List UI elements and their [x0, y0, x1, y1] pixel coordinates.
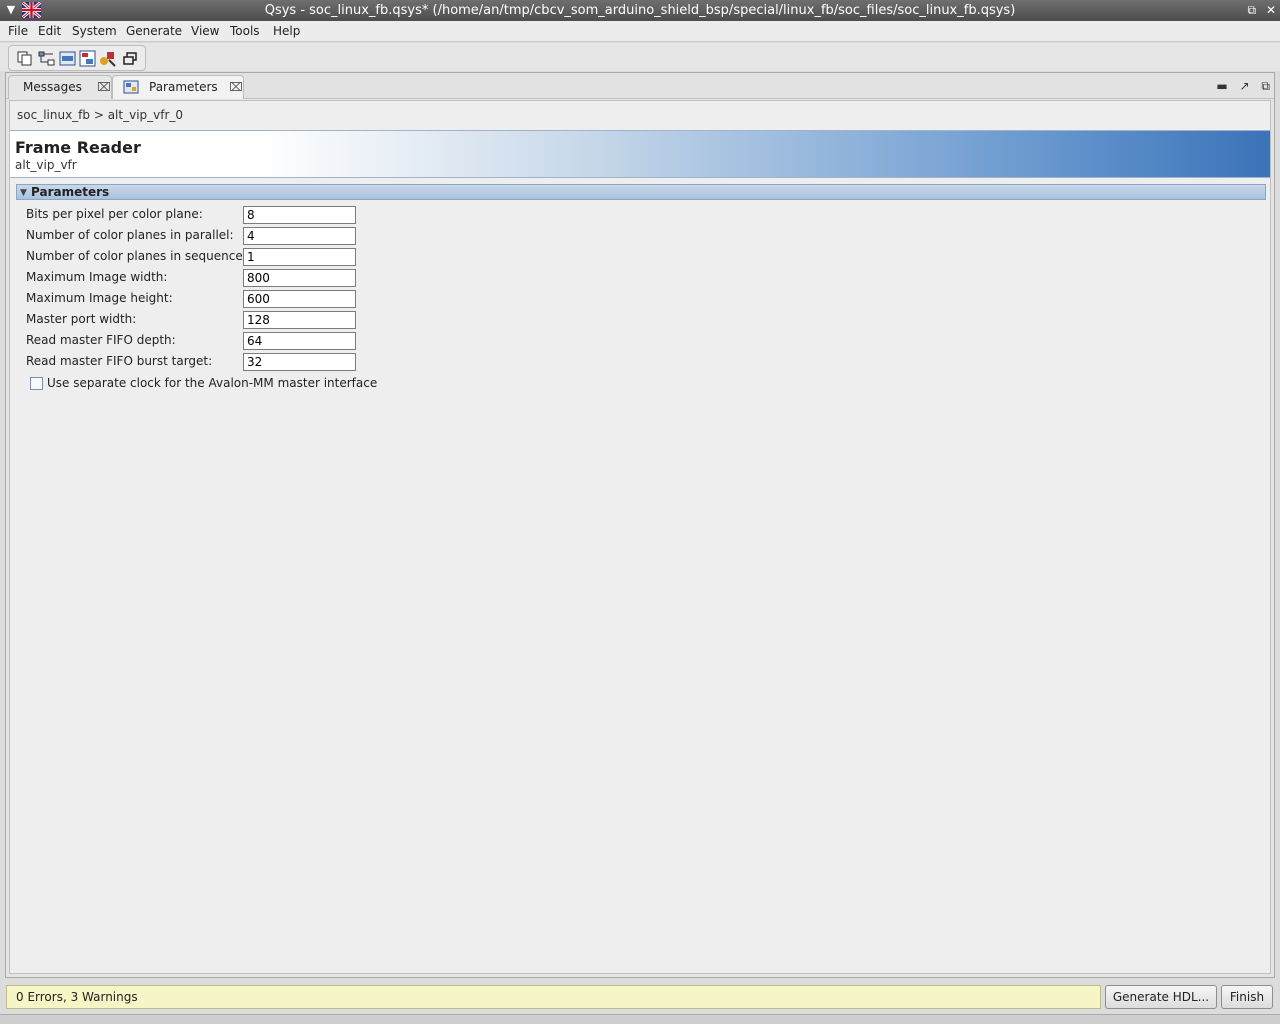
- master-port-width-input[interactable]: [243, 311, 356, 329]
- menu-generate[interactable]: Generate: [126, 24, 182, 38]
- param-row: Number of color planes in parallel:: [26, 227, 366, 247]
- component-title: Frame Reader: [15, 138, 141, 157]
- planes-parallel-input[interactable]: [243, 227, 356, 245]
- param-label: Number of color planes in parallel:: [26, 228, 234, 242]
- param-label: Read master FIFO depth:: [26, 333, 176, 347]
- param-label: Number of color planes in sequence:: [26, 249, 247, 263]
- param-row: Bits per pixel per color plane:: [26, 206, 366, 226]
- tab-messages[interactable]: Messages ⌧: [8, 75, 112, 99]
- tab-parameters[interactable]: Parameters ⌧: [112, 75, 244, 99]
- param-row: Number of color planes in sequence:: [26, 248, 366, 268]
- title-bar: ▼ Qsys - soc_linux_fb.qsys* (/home/an/tm…: [0, 0, 1280, 21]
- param-row: Master port width:: [26, 311, 366, 331]
- tab-label: Messages: [23, 80, 82, 94]
- bottom-scroll-strip: [0, 1014, 1280, 1024]
- menu-system[interactable]: System: [72, 24, 117, 38]
- parameters-panel: Messages ⌧ Parameters ⌧ ▬ ↗ ⧉ soc_linux_…: [5, 72, 1275, 978]
- param-row: Maximum Image width:: [26, 269, 366, 289]
- menu-file[interactable]: File: [8, 24, 28, 38]
- window-menu-icon[interactable]: ▼: [4, 3, 18, 17]
- status-bar: 0 Errors, 3 Warnings: [6, 985, 1101, 1009]
- section-label: Parameters: [31, 185, 110, 199]
- parameters-section-header[interactable]: ▼ Parameters: [16, 184, 1266, 200]
- menu-help[interactable]: Help: [273, 24, 300, 38]
- param-label: Read master FIFO burst target:: [26, 354, 213, 368]
- param-row: Maximum Image height:: [26, 290, 366, 310]
- generate-hdl-button[interactable]: Generate HDL...: [1105, 985, 1217, 1009]
- menu-edit[interactable]: Edit: [38, 24, 61, 38]
- hierarchy-icon[interactable]: [79, 50, 96, 67]
- tab-strip: Messages ⌧ Parameters ⌧ ▬ ↗ ⧉: [6, 73, 1274, 99]
- window-title: Qsys - soc_linux_fb.qsys* (/home/an/tmp/…: [264, 3, 1016, 18]
- component-header: Frame Reader alt_vip_vfr: [10, 130, 1270, 178]
- hdl-icon[interactable]: [59, 50, 76, 67]
- minimize-panel-icon[interactable]: ▬: [1216, 79, 1227, 93]
- menu-view[interactable]: View: [191, 24, 219, 38]
- detach-panel-icon[interactable]: ↗: [1240, 79, 1250, 93]
- param-row: Read master FIFO depth:: [26, 332, 366, 352]
- fifo-burst-target-input[interactable]: [243, 353, 356, 371]
- tab-label: Parameters: [149, 80, 218, 94]
- close-tab-icon[interactable]: ⌧: [97, 76, 111, 98]
- restore-window-icon[interactable]: ⧉: [1248, 3, 1257, 17]
- bits-per-pixel-input[interactable]: [243, 206, 356, 224]
- palette-icon[interactable]: [99, 50, 116, 67]
- breadcrumb: soc_linux_fb > alt_vip_vfr_0: [17, 108, 184, 122]
- param-label: Master port width:: [26, 312, 137, 326]
- param-label: Bits per pixel per color plane:: [26, 207, 203, 221]
- fifo-depth-input[interactable]: [243, 332, 356, 350]
- restore-window-icon[interactable]: [122, 50, 139, 67]
- toolbar-group: [8, 45, 146, 71]
- param-row: Read master FIFO burst target:: [26, 353, 366, 373]
- restore-panel-icon[interactable]: ⧉: [1261, 79, 1270, 93]
- planes-sequence-input[interactable]: [243, 248, 356, 266]
- separate-clock-checkbox[interactable]: [30, 377, 43, 390]
- max-image-width-input[interactable]: [243, 269, 356, 287]
- status-text: 0 Errors, 3 Warnings: [16, 990, 138, 1004]
- close-window-icon[interactable]: ✕: [1266, 3, 1276, 17]
- uk-flag-icon: [22, 2, 41, 18]
- menu-tools[interactable]: Tools: [230, 24, 260, 38]
- toolbar: [0, 43, 1280, 71]
- copy-icon[interactable]: [16, 50, 33, 67]
- finish-button[interactable]: Finish: [1221, 985, 1273, 1009]
- close-tab-icon[interactable]: ⌧: [229, 76, 243, 98]
- collapse-triangle-icon[interactable]: ▼: [20, 186, 27, 200]
- max-image-height-input[interactable]: [243, 290, 356, 308]
- separate-clock-label: Use separate clock for the Avalon-MM mas…: [47, 376, 378, 390]
- menu-bar: File Edit System Generate View Tools Hel…: [0, 21, 1280, 42]
- parameters-icon: [123, 80, 139, 94]
- schematic-icon[interactable]: [38, 50, 55, 67]
- component-subtitle: alt_vip_vfr: [15, 158, 77, 172]
- parameters-content: soc_linux_fb > alt_vip_vfr_0 Frame Reade…: [9, 100, 1271, 974]
- param-label: Maximum Image height:: [26, 291, 173, 305]
- param-label: Maximum Image width:: [26, 270, 168, 284]
